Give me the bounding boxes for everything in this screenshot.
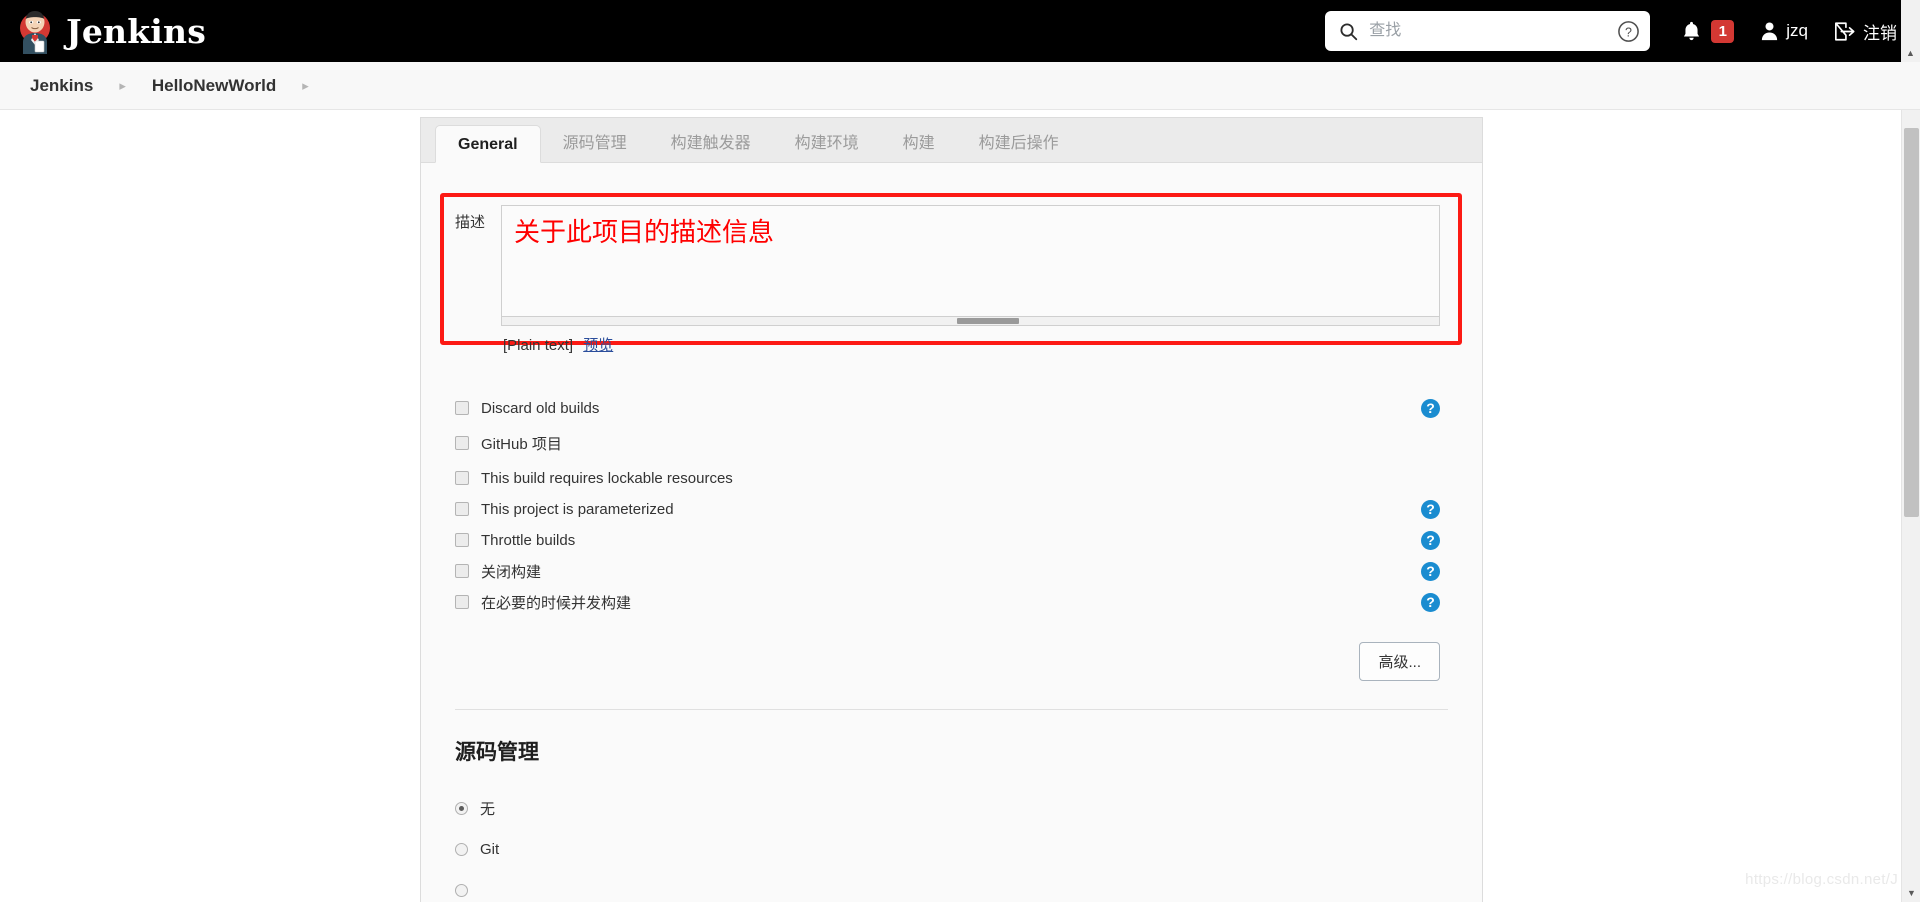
- help-placeholder: [1421, 434, 1440, 453]
- option-github-project[interactable]: GitHub 项目: [421, 428, 1482, 458]
- option-label: 关闭构建: [481, 563, 542, 581]
- jenkins-butler-logo: [20, 11, 50, 54]
- logout-icon: [1835, 21, 1855, 41]
- description-preview-link[interactable]: 预览: [583, 337, 613, 354]
- checkbox-concurrent-builds[interactable]: [455, 595, 469, 609]
- brand-title: Jenkins: [66, 11, 206, 51]
- help-icon-discard-old-builds[interactable]: ?: [1421, 398, 1440, 418]
- tab-build[interactable]: 构建: [881, 125, 957, 162]
- option-throttle-builds[interactable]: Throttle builds ?: [421, 525, 1482, 555]
- help-icon-concurrent-builds[interactable]: ?: [1421, 592, 1440, 612]
- description-field: [Plain text] 预览: [501, 205, 1482, 355]
- description-hscrollbar[interactable]: [501, 317, 1440, 326]
- help-icon-parameterized[interactable]: ?: [1421, 499, 1440, 519]
- scrollbar-up-cap[interactable]: ▲: [1901, 0, 1920, 62]
- jenkins-home-link[interactable]: Jenkins: [14, 8, 206, 54]
- help-placeholder: [1421, 469, 1440, 488]
- watermark-text: https://blog.csdn.net/J: [1745, 871, 1898, 888]
- description-label: 描述: [455, 214, 486, 231]
- person-icon: [1762, 22, 1778, 41]
- config-panel: 描述 [Plain text] 预览 Discard old builds: [420, 163, 1483, 902]
- scm-option-label: 无: [480, 800, 496, 818]
- question-circle-icon[interactable]: ?: [1617, 20, 1640, 43]
- tab-build-env[interactable]: 构建环境: [773, 125, 881, 162]
- checkbox-lockable-resources[interactable]: [455, 471, 469, 485]
- search-input[interactable]: [1358, 21, 1618, 41]
- checkbox-parameterized[interactable]: [455, 502, 469, 516]
- help-icon-throttle-builds[interactable]: ?: [1421, 530, 1440, 550]
- option-parameterized[interactable]: This project is parameterized ?: [421, 494, 1482, 524]
- description-hscrollbar-thumb[interactable]: [957, 318, 1019, 324]
- description-textarea[interactable]: [501, 205, 1440, 317]
- user-name-label: jzq: [1786, 21, 1808, 40]
- breadcrumb-separator-2[interactable]: ▸: [284, 78, 327, 94]
- advanced-button[interactable]: 高级...: [1359, 642, 1440, 681]
- bell-icon: [1684, 21, 1700, 41]
- svg-text:?: ?: [1625, 25, 1632, 39]
- search-box[interactable]: ?: [1325, 11, 1651, 51]
- tab-post-build[interactable]: 构建后操作: [957, 125, 1081, 162]
- breadcrumb-separator: ▸: [119, 77, 126, 93]
- checkbox-github-project[interactable]: [455, 436, 469, 450]
- tab-scm[interactable]: 源码管理: [541, 125, 649, 162]
- option-label: Discard old builds: [481, 399, 600, 417]
- scm-option-none[interactable]: 无: [455, 792, 1482, 824]
- notification-count-badge: 1: [1711, 19, 1735, 43]
- option-label: 在必要的时候并发构建: [481, 594, 632, 612]
- help-icon-disable-build[interactable]: ?: [1421, 561, 1440, 581]
- option-disable-build[interactable]: 关闭构建 ?: [421, 556, 1482, 586]
- config-form: General 源码管理 构建触发器 构建环境 构建 构建后操作 描述 [Pla…: [420, 117, 1483, 902]
- option-discard-old-builds[interactable]: Discard old builds ?: [421, 393, 1482, 423]
- breadcrumb-item-hellonewworld[interactable]: HelloNewWorld: [146, 76, 282, 96]
- tab-build-triggers[interactable]: 构建触发器: [649, 125, 773, 162]
- tab-general[interactable]: General: [435, 125, 541, 163]
- page-body: General 源码管理 构建触发器 构建环境 构建 构建后操作 描述 [Pla…: [0, 110, 1920, 902]
- scm-section: 源码管理 无 Git: [421, 710, 1482, 902]
- masthead: Jenkins ? 1 jzq 注销: [0, 0, 1920, 62]
- general-options-list: Discard old builds ? GitHub 项目 This buil…: [421, 355, 1482, 617]
- advanced-row: 高级...: [421, 618, 1482, 681]
- scrollbar-down-arrow[interactable]: ▼: [1902, 884, 1920, 902]
- option-concurrent-builds[interactable]: 在必要的时候并发构建 ?: [421, 587, 1482, 617]
- logout-button[interactable]: 注销: [1821, 9, 1910, 53]
- user-menu-button[interactable]: jzq: [1747, 9, 1821, 53]
- breadcrumb: Jenkins ▸ HelloNewWorld ▸: [0, 62, 1920, 110]
- scm-option-extra[interactable]: [455, 874, 1482, 902]
- notifications-button[interactable]: 1: [1668, 9, 1747, 53]
- radio-scm-none[interactable]: [455, 801, 468, 815]
- checkbox-disable-build[interactable]: [455, 564, 469, 578]
- radio-scm-extra[interactable]: [455, 883, 468, 897]
- scm-section-title: 源码管理: [455, 741, 539, 764]
- option-label: Throttle builds: [481, 531, 576, 549]
- page-scrollbar-thumb[interactable]: [1904, 128, 1919, 517]
- option-lockable-resources[interactable]: This build requires lockable resources: [421, 463, 1482, 493]
- markup-type-label: [Plain text]: [503, 337, 574, 354]
- description-markup-row: [Plain text] 预览: [501, 326, 1440, 355]
- option-label: This build requires lockable resources: [481, 469, 733, 487]
- config-tab-bar: General 源码管理 构建触发器 构建环境 构建 构建后操作: [420, 117, 1483, 163]
- checkbox-throttle-builds[interactable]: [455, 533, 469, 547]
- logout-label: 注销: [1863, 23, 1897, 43]
- description-row: 描述 [Plain text] 预览: [421, 163, 1482, 355]
- radio-scm-git[interactable]: [455, 842, 468, 856]
- scm-option-git[interactable]: Git: [455, 833, 1482, 865]
- breadcrumb-item-jenkins[interactable]: Jenkins: [24, 76, 99, 96]
- option-label: This project is parameterized: [481, 500, 674, 518]
- search-icon: [1340, 22, 1358, 40]
- option-label: GitHub 项目: [481, 435, 562, 453]
- page-scrollbar[interactable]: ▼: [1901, 110, 1920, 902]
- checkbox-discard-old-builds[interactable]: [455, 401, 469, 415]
- scm-option-label: Git: [480, 840, 500, 858]
